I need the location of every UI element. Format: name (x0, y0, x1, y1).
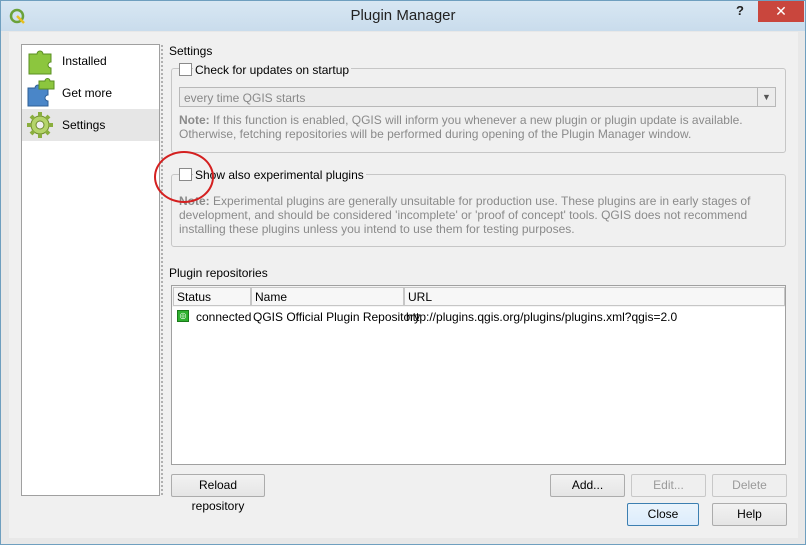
repositories-heading: Plugin repositories (169, 266, 268, 280)
titlebar-close-button[interactable]: ✕ (758, 1, 804, 22)
note-line: Experimental plugins are generally unsui… (209, 194, 751, 208)
chevron-down-icon: ▼ (757, 88, 775, 106)
nav-item-installed[interactable]: Installed (22, 45, 159, 77)
check-updates-label[interactable]: Check for updates on startup (193, 63, 352, 77)
plugin-nav-list: Installed Get more Settings (21, 44, 160, 496)
nav-label-installed: Installed (62, 54, 107, 68)
nav-label-settings: Settings (62, 118, 106, 132)
column-header-status[interactable]: Status (173, 287, 251, 306)
note-line: If this function is enabled, QGIS will i… (209, 113, 743, 127)
title-bar[interactable]: Plugin Manager ? ✕ (1, 1, 805, 31)
plugin-manager-window: Plugin Manager ? ✕ Installed Get more Se… (0, 0, 806, 545)
table-header: Status Name URL (172, 286, 785, 307)
note-line: development, and should be considered 'i… (179, 208, 748, 222)
reload-repository-button[interactable]: Reload repository (171, 474, 265, 513)
panel-splitter[interactable] (160, 44, 164, 496)
update-frequency-value: every time QGIS starts (184, 91, 306, 105)
dialog-body: Installed Get more Settings Settings Che… (9, 32, 798, 538)
repositories-table[interactable]: Status Name URL ◎ connected QGIS Officia… (171, 285, 786, 465)
window-title: Plugin Manager (350, 7, 456, 24)
update-frequency-select[interactable]: every time QGIS starts ▼ (179, 87, 776, 107)
nav-label-get-more: Get more (62, 86, 113, 100)
get-more-puzzle-icon (27, 78, 55, 107)
nav-item-get-more[interactable]: Get more (22, 77, 159, 109)
cell-url: http://plugins.qgis.org/plugins/plugins.… (406, 310, 678, 324)
column-header-name[interactable]: Name (251, 287, 404, 306)
highlight-circle-annotation (154, 151, 214, 203)
column-header-url[interactable]: URL (404, 287, 785, 306)
delete-repository-button[interactable]: Delete (712, 474, 787, 497)
check-updates-checkbox[interactable] (179, 63, 192, 76)
help-button[interactable]: Help (712, 503, 787, 526)
close-button[interactable]: Close (627, 503, 699, 526)
cell-status: connected (196, 310, 252, 324)
settings-gear-icon (27, 112, 53, 138)
cell-name: QGIS Official Plugin Repository (253, 310, 421, 324)
note-line: installing these plugins unless you inte… (179, 222, 575, 236)
installed-puzzle-icon (28, 50, 52, 75)
add-repository-button[interactable]: Add... (550, 474, 625, 497)
experimental-label[interactable]: Show also experimental plugins (193, 168, 366, 182)
experimental-note: Note: Experimental plugins are generally… (179, 194, 779, 236)
titlebar-help-button[interactable]: ? (731, 1, 749, 22)
edit-repository-button[interactable]: Edit... (631, 474, 706, 497)
check-updates-note: Note: If this function is enabled, QGIS … (179, 113, 779, 141)
settings-heading: Settings (169, 44, 213, 58)
nav-item-settings[interactable]: Settings (22, 109, 159, 141)
table-row[interactable]: ◎ connected QGIS Official Plugin Reposit… (172, 308, 785, 326)
note-line: Otherwise, fetching repositories will be… (179, 127, 692, 141)
connected-status-icon: ◎ (177, 310, 189, 322)
note-label: Note: (179, 113, 210, 127)
